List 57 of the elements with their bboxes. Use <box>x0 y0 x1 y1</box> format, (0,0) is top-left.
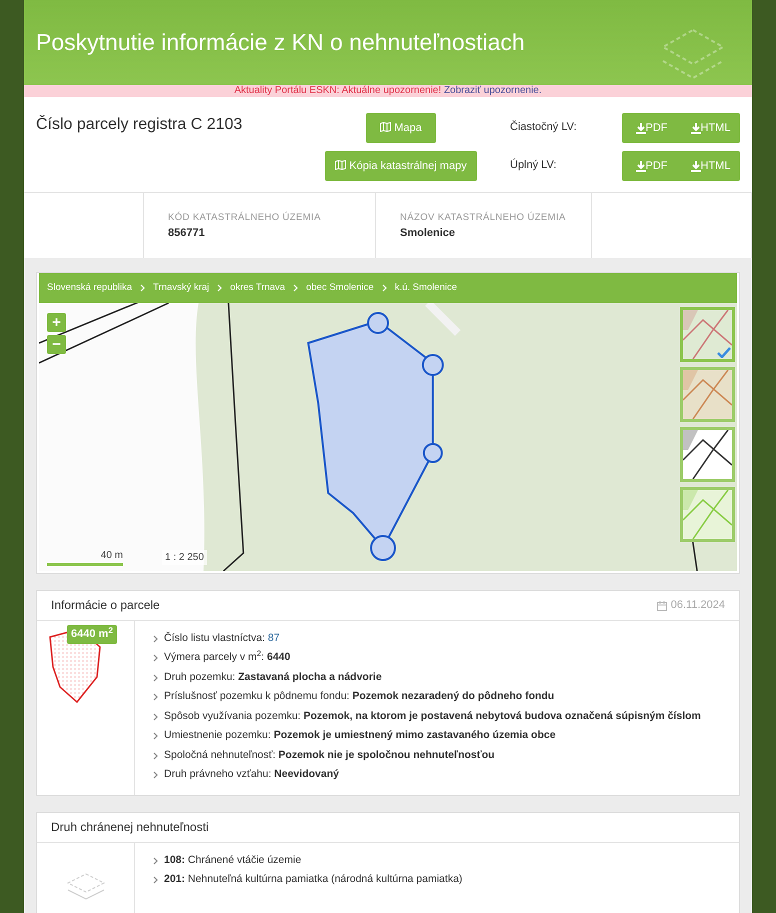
map-button[interactable]: Kópia katastrálnej mapy <box>325 151 477 181</box>
chevron-icon <box>153 634 158 643</box>
chevron-icon <box>153 693 158 702</box>
download-icon <box>690 160 701 172</box>
field-label: KÓD KATASTRÁLNEHO ÚZEMIA <box>168 211 322 225</box>
page-title: Poskytnutie informácie z KN o nehnuteľnostiach <box>36 28 525 56</box>
chevron-icon <box>153 712 158 721</box>
download-button[interactable]: PDF <box>622 151 681 181</box>
info-text: Spoločná nehnuteľnosť: Pozemok nie je spoločnou nehnuteľnosťou <box>164 748 495 763</box>
info-text: Druh pozemku: Zastavaná plocha a nádvorie <box>164 670 382 685</box>
notice-text: Aktuality Portálu ESKN: Aktuálne upozornenie! <box>234 85 442 96</box>
chevron-icon <box>217 284 222 292</box>
layers-icon <box>66 872 106 902</box>
map-button[interactable]: Mapa <box>366 113 436 143</box>
chevron-icon <box>153 654 158 662</box>
field-value: 856771 <box>168 226 206 242</box>
breadcrumb-link[interactable]: Slovenská republika <box>47 280 132 296</box>
download-icon <box>636 122 646 134</box>
map-icon <box>380 122 392 132</box>
breadcrumb-link[interactable]: Trnavský kraj <box>153 280 210 296</box>
field-label: NÁZOV KATASTRÁLNEHO ÚZEMIA <box>400 211 567 225</box>
chevron-icon <box>153 856 158 865</box>
field-value: Smolenice <box>400 226 456 242</box>
lv-label: Čiastočný LV: <box>510 119 578 135</box>
info-text: Spôsob využívania pozemku: Pozemok, na ktorom je postavená nebytová budova označená súpisným číslom <box>164 708 701 724</box>
download-button[interactable]: HTML <box>681 151 740 181</box>
notice-link[interactable]: Zobraziť upozornenie. <box>444 85 542 96</box>
protection-text: 201: Nehnuteľná kultúrna pamiatka (národná kultúrna pamiatka) <box>164 872 462 888</box>
section-title: Druh chránenej nehnuteľnosti <box>51 820 209 835</box>
date-text: 06.11.2024 <box>670 598 725 614</box>
info-text: Výmera parcely v m$^{2}$: 6440 <box>164 650 290 666</box>
info-text: Číslo listu vlastníctva: 87 <box>164 630 280 646</box>
download-button[interactable]: PDF <box>622 113 681 143</box>
chevron-icon <box>153 674 158 682</box>
chevron-icon <box>293 284 298 292</box>
breadcrumb-link[interactable]: k.ú. Smolenice <box>394 280 458 296</box>
chevron-icon <box>153 752 158 760</box>
lv-label: Úplný LV: <box>510 158 558 173</box>
download-icon <box>690 122 701 134</box>
chevron-icon <box>140 284 146 292</box>
chevron-icon <box>153 876 158 884</box>
download-icon <box>636 160 646 172</box>
chevron-icon <box>382 284 387 292</box>
protection-text: 108: Chránené vtáčie územie <box>164 852 302 868</box>
parcel-title: Číslo parcely registra C 2103 <box>36 114 244 135</box>
info-text: Príslušnosť pozemku k pôdnemu fondu: Pozemok nezaradený do pôdneho fondu <box>164 689 554 704</box>
area-badge: 6440 m$^{2}$ <box>67 625 117 644</box>
chevron-icon <box>153 771 158 780</box>
info-text: Druh právneho vzťahu: Neevidovaný <box>164 767 339 782</box>
breadcrumb-link[interactable]: okres Trnava <box>230 280 286 296</box>
map-icon <box>335 160 346 170</box>
info-text: Umiestnenie pozemku: Pozemok je umiestnený mimo zastavaného územia obce <box>164 728 556 744</box>
chevron-icon <box>153 732 158 740</box>
calendar-icon <box>656 600 667 610</box>
breadcrumb-link[interactable]: obec Smolenice <box>306 280 374 296</box>
section-title: Informácie o parcele <box>51 598 160 613</box>
download-button[interactable]: HTML <box>681 113 740 143</box>
